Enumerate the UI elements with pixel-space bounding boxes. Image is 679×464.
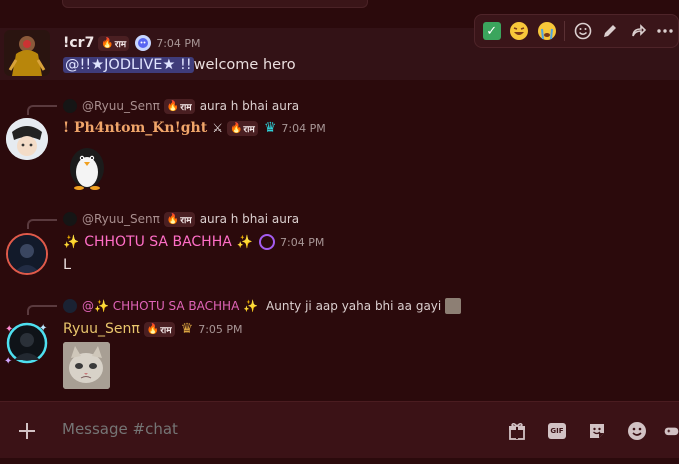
emoji-icon[interactable] xyxy=(625,419,649,443)
role-tag: 🔥 राम xyxy=(226,120,258,136)
message-ryuu[interactable]: @✨ CHHOTU SA BACHHA ✨ Aunty ji aap yaha … xyxy=(0,296,679,396)
avatar[interactable] xyxy=(6,118,48,160)
gift-icon[interactable] xyxy=(505,419,529,443)
reaction-check-button[interactable]: ✓ xyxy=(479,18,504,44)
avatar[interactable]: ✦ ✦ ✦ xyxy=(4,320,50,367)
reply-text: aura h bhai aura xyxy=(199,99,300,113)
message-content: @!!★JODLIVE★ !! welcome hero xyxy=(63,57,296,73)
sticker-icon[interactable] xyxy=(585,419,609,443)
svg-text:✦: ✦ xyxy=(5,324,13,335)
previous-embed-edge xyxy=(62,0,368,8)
reply-username: @Ryuu_Senπ xyxy=(82,212,160,226)
sparkle-icon: ✨ xyxy=(236,234,253,250)
forward-icon[interactable] xyxy=(625,18,650,44)
message-actions-toolbar: ✓ xyxy=(474,14,679,48)
reply-preview[interactable]: @Ryuu_Senπ 🔥 राम aura h bhai aura xyxy=(63,98,299,114)
reply-connector xyxy=(27,305,57,315)
timestamp: 7:04 PM xyxy=(280,235,325,249)
username[interactable]: ! Ph4ntom_Kn!ght xyxy=(63,120,207,136)
crown-icon: ♛ xyxy=(180,321,194,337)
reply-image-thumbnail xyxy=(445,298,462,314)
reply-preview[interactable]: @Ryuu_Senπ 🔥 राम aura h bhai aura xyxy=(63,211,299,227)
avatar[interactable] xyxy=(4,30,50,76)
role-tag: 🔥 राम xyxy=(163,98,195,114)
add-attachment-icon[interactable] xyxy=(15,419,39,443)
more-options-icon[interactable] xyxy=(653,18,678,44)
sword-icon: ⚔ xyxy=(212,121,223,135)
crown-icon: ♛ xyxy=(263,120,277,136)
reply-username: @✨ CHHOTU SA BACHHA ✨ xyxy=(82,299,259,313)
nitro-badge-icon xyxy=(259,234,275,250)
username[interactable]: Ryuu_Senπ xyxy=(63,321,140,337)
reply-avatar xyxy=(63,99,77,113)
fire-icon: 🔥 xyxy=(101,37,114,49)
timestamp: 7:05 PM xyxy=(198,322,243,336)
reply-username: @Ryuu_Senπ xyxy=(82,99,160,113)
message-chhotu[interactable]: @Ryuu_Senπ 🔥 राम aura h bhai aura ✨ CHHOT… xyxy=(0,210,679,278)
reaction-sob-button[interactable] xyxy=(534,18,559,44)
sparkle-icon: ✨ xyxy=(63,234,80,250)
toolbar-divider xyxy=(564,21,566,41)
timestamp: 7:04 PM xyxy=(281,121,326,135)
game-controller-icon[interactable] xyxy=(664,419,679,443)
username[interactable]: !cr7 xyxy=(63,35,94,51)
role-tag: 🔥 राम xyxy=(143,321,175,337)
add-reaction-icon[interactable] xyxy=(570,18,595,44)
role-tag: 🔥 राम xyxy=(163,211,195,227)
reply-preview[interactable]: @✨ CHHOTU SA BACHHA ✨ Aunty ji aap yaha … xyxy=(63,298,462,314)
reply-text: aura h bhai aura xyxy=(199,212,300,226)
timestamp: 7:04 PM xyxy=(156,36,201,50)
reply-connector xyxy=(27,219,57,229)
gif-picker-button[interactable]: GIF xyxy=(545,419,569,443)
message-input[interactable] xyxy=(62,420,462,438)
message-phantom-knight[interactable]: @Ryuu_Senπ 🔥 राम aura h bhai aura ! Ph4nt… xyxy=(0,96,679,196)
role-tag: 🔥 राम xyxy=(98,35,130,51)
svg-text:✦: ✦ xyxy=(39,323,47,334)
username[interactable]: CHHOTU SA BACHHA xyxy=(84,234,232,250)
cat-image-attachment[interactable] xyxy=(63,342,110,389)
badge-icon xyxy=(135,35,152,51)
svg-text:✦: ✦ xyxy=(4,356,12,366)
reply-avatar xyxy=(63,212,77,226)
message-composer: GIF xyxy=(0,401,679,458)
avatar[interactable] xyxy=(6,233,48,275)
reply-connector xyxy=(27,105,57,115)
user-mention[interactable]: @!!★JODLIVE★ !! xyxy=(63,57,194,73)
reaction-rofl-button[interactable] xyxy=(506,18,531,44)
edit-icon[interactable] xyxy=(598,18,623,44)
reply-text: Aunty ji aap yaha bhi aa gayi xyxy=(266,299,442,313)
reply-avatar xyxy=(63,299,77,313)
penguin-sticker[interactable] xyxy=(63,140,111,190)
message-content: L xyxy=(63,257,72,273)
